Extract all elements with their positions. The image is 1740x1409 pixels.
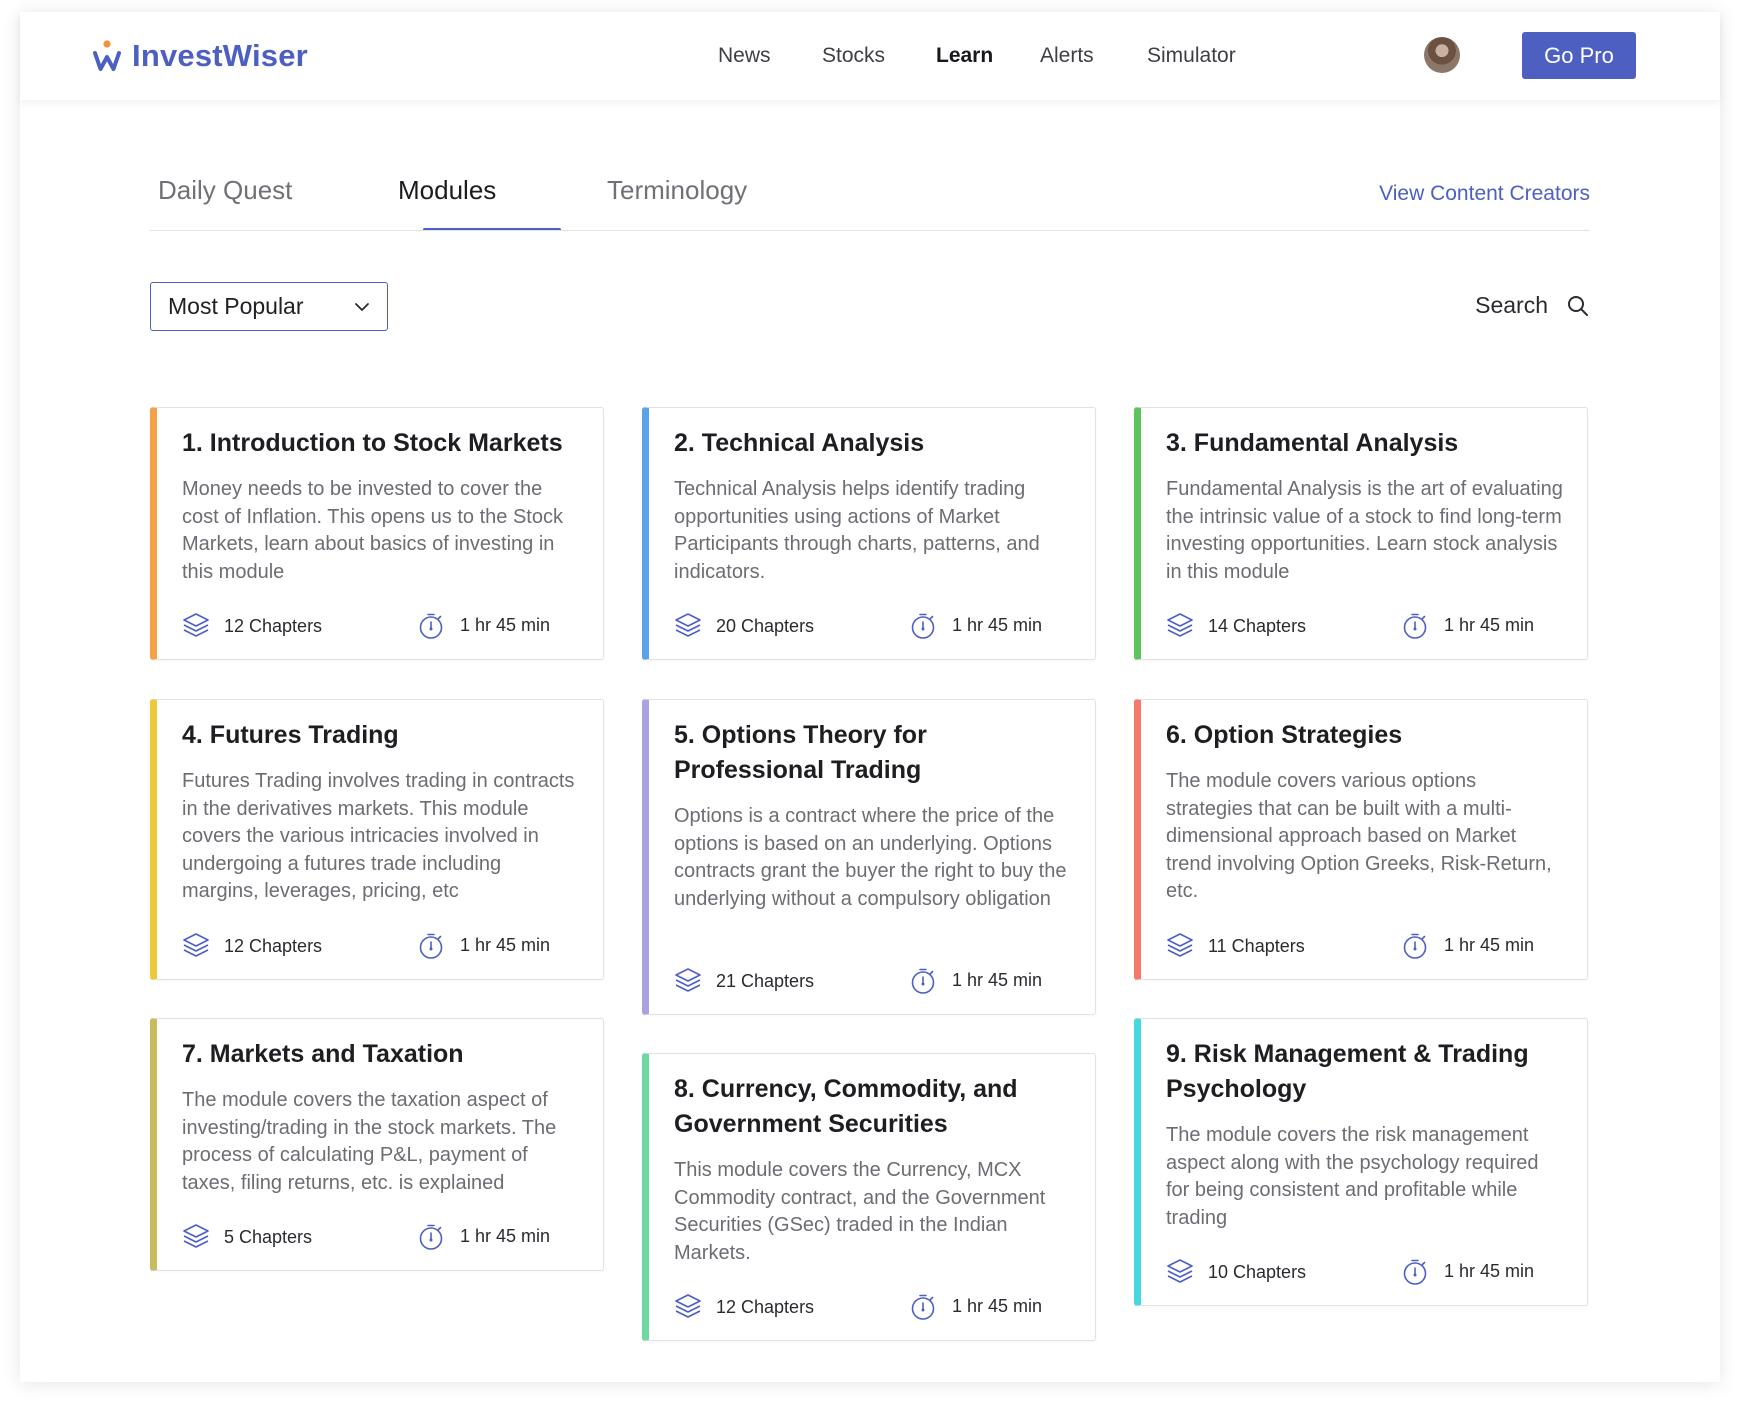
module-description: The module covers various options strate…	[1166, 770, 1552, 902]
chapters-stack-icon	[183, 613, 209, 637]
timer-icon	[911, 1294, 935, 1320]
nav-news[interactable]: News	[718, 44, 771, 68]
module-duration: 1 hr 45 min	[460, 1226, 551, 1246]
module-title: 2. Technical Analysis	[674, 429, 925, 457]
module-title: 6. Option Strategies	[1166, 721, 1403, 749]
timer-icon	[911, 968, 935, 994]
module-chapters: 21 Chapters	[716, 971, 815, 991]
chapters-stack-icon	[183, 933, 209, 957]
timer-icon	[1403, 613, 1427, 639]
timer-icon	[911, 613, 935, 639]
module-card-4[interactable]: 4. Futures Trading Futures Trading invol…	[150, 699, 604, 980]
module-description: Money needs to be invested to cover the …	[182, 478, 563, 583]
module-meta: 21 Chapters 1 hr 45 min	[674, 967, 1075, 997]
module-duration: 1 hr 45 min	[1444, 1261, 1535, 1281]
chapters-stack-icon	[183, 1224, 209, 1248]
module-chapters: 10 Chapters	[1208, 1262, 1307, 1282]
nav-alerts[interactable]: Alerts	[1040, 44, 1094, 68]
chapters-stack-icon	[1167, 933, 1193, 957]
module-description: The module covers the taxation aspect of…	[182, 1089, 557, 1194]
chapters-stack-icon	[675, 1294, 701, 1318]
timer-icon	[419, 1224, 443, 1250]
search-label: Search	[1475, 292, 1548, 318]
module-description: Futures Trading involves trading in cont…	[182, 770, 575, 902]
module-duration: 1 hr 45 min	[460, 615, 551, 635]
module-title: 8. Currency, Commodity, and Government S…	[674, 1075, 1018, 1138]
tab-terminology[interactable]: Terminology	[607, 175, 747, 206]
timer-icon	[419, 933, 443, 959]
brand-name: InvestWiser	[132, 38, 308, 73]
module-card-9[interactable]: 9. Risk Management & Trading Psychology …	[1134, 1018, 1588, 1306]
module-description: Fundamental Analysis is the art of evalu…	[1166, 478, 1563, 583]
chevron-down-icon	[355, 303, 369, 311]
module-duration: 1 hr 45 min	[952, 970, 1043, 990]
module-title: 4. Futures Trading	[182, 721, 399, 749]
module-meta: 20 Chapters 1 hr 45 min	[674, 612, 1075, 642]
module-chapters: 5 Chapters	[224, 1227, 313, 1247]
module-card-6[interactable]: 6. Option Strategies The module covers v…	[1134, 699, 1588, 980]
module-duration: 1 hr 45 min	[952, 615, 1043, 635]
module-title: 5. Options Theory for Professional Tradi…	[674, 721, 927, 784]
timer-icon	[1403, 933, 1427, 959]
module-duration: 1 hr 45 min	[1444, 615, 1535, 635]
module-description: Technical Analysis helps identify tradin…	[674, 478, 1040, 583]
module-title: 3. Fundamental Analysis	[1166, 429, 1459, 457]
tab-daily-quest[interactable]: Daily Quest	[158, 175, 292, 206]
sort-select[interactable]: Most Popular	[150, 282, 388, 331]
module-chapters: 11 Chapters	[1208, 936, 1305, 956]
chapters-stack-icon	[1167, 613, 1193, 637]
module-chapters: 12 Chapters	[224, 616, 323, 636]
investwiser-logo-icon	[93, 40, 121, 71]
module-chapters: 12 Chapters	[716, 1297, 815, 1317]
module-card-1[interactable]: 1. Introduction to Stock Markets Money n…	[150, 407, 604, 660]
module-chapters: 14 Chapters	[1208, 616, 1307, 636]
module-meta: 12 Chapters 1 hr 45 min	[182, 932, 583, 962]
module-description: The module covers the risk management as…	[1166, 1124, 1539, 1229]
go-pro-button[interactable]: Go Pro	[1522, 32, 1636, 79]
sort-select-value: Most Popular	[168, 293, 304, 319]
app-window: InvestWiser News Stocks Learn Alerts Sim…	[20, 12, 1720, 1382]
module-card-7[interactable]: 7. Markets and Taxation The module cover…	[150, 1018, 604, 1271]
module-description: Options is a contract where the price of…	[674, 805, 1067, 910]
module-duration: 1 hr 45 min	[1444, 935, 1535, 955]
module-card-8[interactable]: 8. Currency, Commodity, and Government S…	[642, 1053, 1096, 1341]
chapters-stack-icon	[1167, 1259, 1193, 1283]
module-meta: 12 Chapters 1 hr 45 min	[674, 1293, 1075, 1323]
tab-modules[interactable]: Modules	[398, 175, 496, 206]
module-title: 7. Markets and Taxation	[182, 1040, 464, 1068]
nav-learn[interactable]: Learn	[936, 44, 993, 68]
module-chapters: 20 Chapters	[716, 616, 815, 636]
search-button[interactable]: Search	[1475, 292, 1590, 319]
search-icon	[1568, 295, 1588, 316]
view-content-creators-link[interactable]: View Content Creators	[1379, 182, 1590, 206]
module-meta: 5 Chapters 1 hr 45 min	[182, 1223, 583, 1253]
module-title: 9. Risk Management & Trading Psychology	[1166, 1040, 1529, 1103]
tabs-divider	[150, 230, 1590, 231]
module-meta: 14 Chapters 1 hr 45 min	[1166, 612, 1567, 642]
module-chapters: 12 Chapters	[224, 936, 323, 956]
user-avatar[interactable]	[1424, 37, 1460, 73]
chapters-stack-icon	[675, 613, 701, 637]
module-card-3[interactable]: 3. Fundamental Analysis Fundamental Anal…	[1134, 407, 1588, 660]
module-description: This module covers the Currency, MCX Com…	[674, 1159, 1046, 1264]
chapters-stack-icon	[675, 968, 701, 992]
module-title: 1. Introduction to Stock Markets	[182, 429, 563, 457]
module-duration: 1 hr 45 min	[952, 1296, 1043, 1316]
module-card-2[interactable]: 2. Technical Analysis Technical Analysis…	[642, 407, 1096, 660]
nav-stocks[interactable]: Stocks	[822, 44, 885, 68]
module-duration: 1 hr 45 min	[460, 935, 551, 955]
module-meta: 11 Chapters 1 hr 45 min	[1166, 932, 1567, 962]
module-meta: 10 Chapters 1 hr 45 min	[1166, 1258, 1567, 1288]
module-meta: 12 Chapters 1 hr 45 min	[182, 612, 583, 642]
top-navbar: InvestWiser News Stocks Learn Alerts Sim…	[20, 12, 1720, 100]
timer-icon	[1403, 1259, 1427, 1285]
timer-icon	[419, 613, 443, 639]
nav-simulator[interactable]: Simulator	[1147, 44, 1236, 68]
brand-logo[interactable]: InvestWiser	[92, 38, 308, 74]
module-card-5[interactable]: 5. Options Theory for Professional Tradi…	[642, 699, 1096, 1015]
